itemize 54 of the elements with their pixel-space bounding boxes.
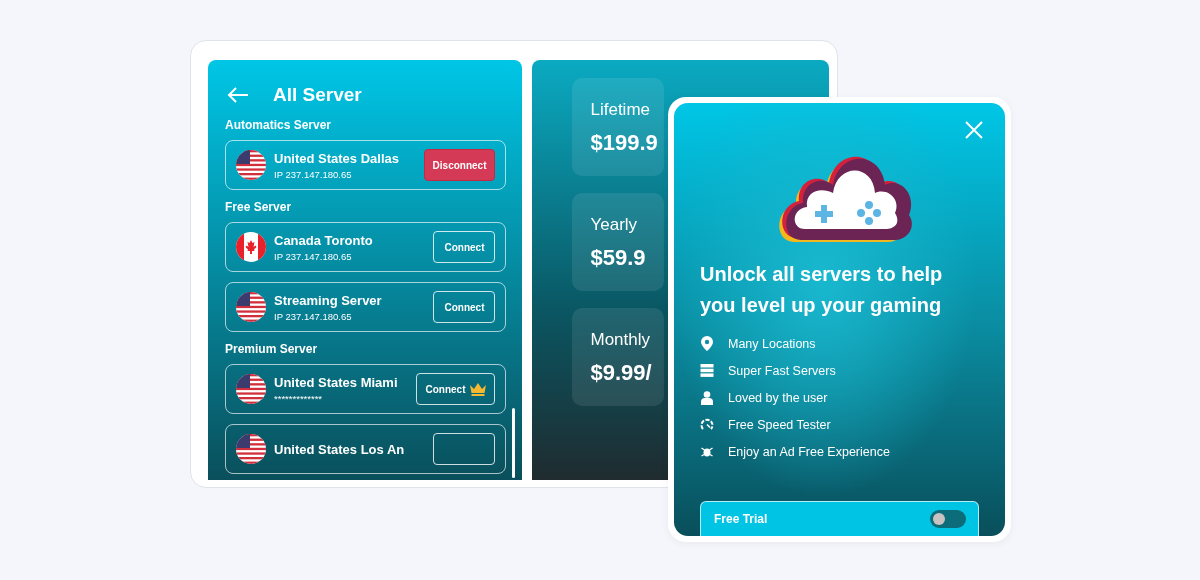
- screen-title: All Server: [273, 84, 362, 106]
- server-ip: IP 237.147.180.65: [274, 250, 353, 262]
- back-arrow-icon[interactable]: [227, 87, 249, 103]
- toggle-switch[interactable]: [930, 510, 966, 528]
- speedometer-icon: [700, 418, 714, 431]
- free-trial-label: Free Trial: [714, 512, 768, 526]
- crown-icon: [470, 382, 487, 396]
- section-heading: Automatics Server: [225, 118, 333, 132]
- server-row[interactable]: Canada Toronto IP 237.147.180.65 Connect: [225, 222, 507, 272]
- feature-label: Enjoy an Ad Free Experience: [728, 444, 890, 459]
- feature-label: Free Speed Tester: [728, 417, 831, 432]
- server-row[interactable]: United States Miami ************* Connect: [225, 364, 507, 414]
- server-stack-icon: [700, 364, 714, 377]
- plan-price: $9.99/: [590, 360, 653, 386]
- server-name: United States Los An: [274, 441, 406, 457]
- plan-card[interactable]: Monthly $9.99/: [572, 308, 665, 406]
- disconnect-button[interactable]: Disconnect: [423, 149, 496, 181]
- connect-button[interactable]: Connect: [416, 373, 496, 405]
- connect-button[interactable]: Connect: [433, 291, 496, 323]
- feature-label: Many Locations: [728, 336, 816, 351]
- plan-name: Monthly: [590, 330, 651, 350]
- close-icon[interactable]: [965, 121, 983, 139]
- us-flag-icon: [236, 434, 266, 464]
- plan-card[interactable]: Yearly $59.9: [572, 193, 665, 291]
- connect-button[interactable]: Connect: [433, 231, 496, 263]
- server-ip: IP 237.147.180.65: [274, 310, 353, 322]
- scrollbar[interactable]: [512, 408, 516, 478]
- server-row[interactable]: United States Dallas IP 237.147.180.65 Disconnect: [225, 140, 507, 190]
- us-flag-icon: [236, 374, 266, 404]
- server-name: United States Dallas: [274, 150, 400, 166]
- us-flag-icon: [236, 292, 266, 322]
- plan-price: $199.9: [590, 130, 659, 156]
- section-heading: Premium Server: [225, 342, 319, 356]
- us-flag-icon: [236, 150, 266, 180]
- server-row[interactable]: Streaming Server IP 237.147.180.65 Connect: [225, 282, 507, 332]
- canada-flag-icon: [236, 232, 266, 262]
- server-name: Streaming Server: [274, 292, 383, 308]
- server-name: United States Miami: [274, 374, 399, 390]
- server-ip: *************: [274, 392, 324, 404]
- feature-label: Super Fast Servers: [728, 363, 836, 378]
- dialog-headline: Unlock all servers to help you level up your gaming: [700, 262, 944, 318]
- server-name: Canada Toronto: [274, 232, 374, 248]
- user-icon: [700, 390, 714, 405]
- plan-name: Yearly: [590, 215, 639, 235]
- feature-label: Loved by the user: [728, 390, 828, 405]
- plan-name: Lifetime: [590, 100, 651, 120]
- section-heading: Free Server: [225, 200, 293, 214]
- location-pin-icon: [700, 336, 714, 351]
- server-row[interactable]: United States Los An: [225, 424, 507, 474]
- plan-price: $59.9: [590, 245, 647, 271]
- plan-card[interactable]: Lifetime $199.9: [572, 78, 665, 176]
- connect-button[interactable]: [433, 433, 496, 465]
- server-ip: IP 237.147.180.65: [274, 168, 353, 180]
- bug-icon: [700, 445, 714, 458]
